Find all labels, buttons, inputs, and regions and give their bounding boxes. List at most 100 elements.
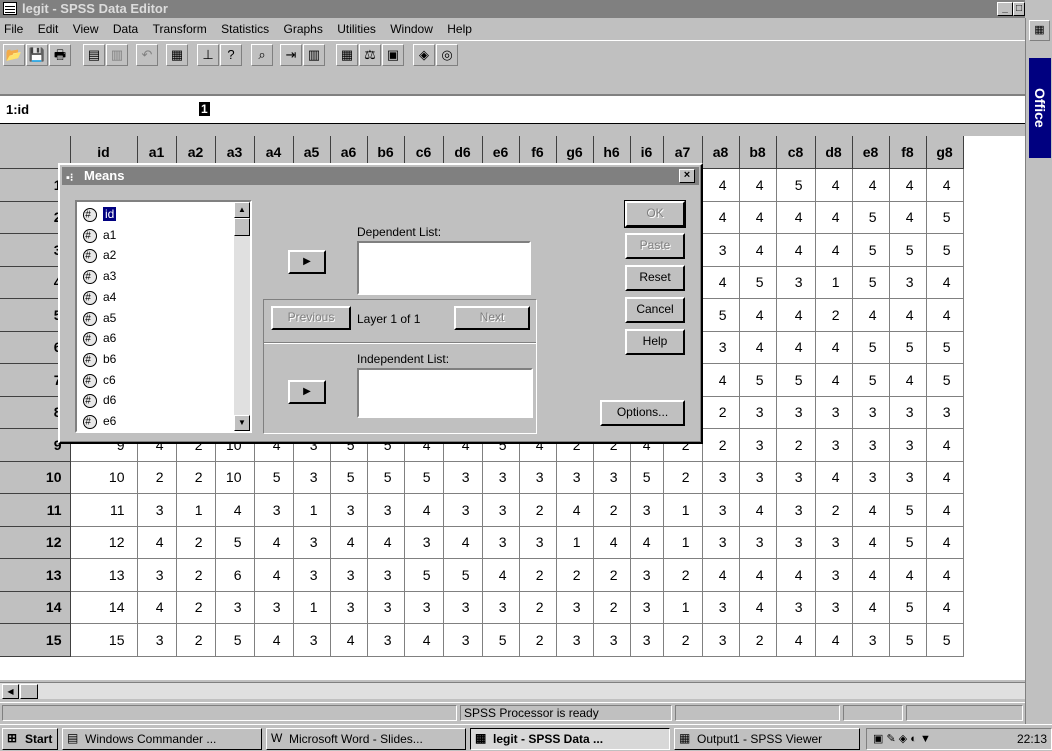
grid-cell[interactable]: 4 <box>702 201 740 234</box>
grid-cell[interactable]: 3 <box>630 623 664 657</box>
grid-cell[interactable]: 3 <box>404 591 444 624</box>
task-spss-data-editor[interactable]: ▦ legit - SPSS Data ... <box>470 728 670 750</box>
print-icon[interactable]: 🖶 <box>49 44 71 66</box>
grid-cell[interactable]: 2 <box>593 493 631 527</box>
grid-cell[interactable]: 4 <box>702 363 740 397</box>
variable-list-item[interactable]: e6 <box>80 412 116 431</box>
grid-cell[interactable]: 2 <box>176 591 216 624</box>
grid-cell[interactable]: 4 <box>254 558 294 592</box>
grid-cell[interactable]: 2 <box>137 461 177 494</box>
grid-cell[interactable]: 4 <box>926 558 964 592</box>
variable-list-item[interactable]: a6 <box>80 329 116 350</box>
grid-cell[interactable]: 5 <box>852 266 890 299</box>
move-to-independent-button[interactable]: ▶ <box>288 380 326 404</box>
help-button[interactable]: Help <box>625 329 685 355</box>
column-header[interactable]: e8 <box>852 136 890 169</box>
dependent-list[interactable] <box>357 241 531 295</box>
grid-cell[interactable]: 5 <box>852 331 890 364</box>
grid-cell[interactable]: 3 <box>443 623 483 657</box>
grid-cell[interactable]: 4 <box>330 526 368 559</box>
tray-icons[interactable]: ▣ ✎ ◈ ◐ ▼ <box>873 732 931 745</box>
grid-cell[interactable]: 3 <box>776 591 816 624</box>
office-menu-icon[interactable]: ▦ <box>1029 20 1050 41</box>
grid-cell[interactable]: 2 <box>702 396 740 429</box>
grid-cell[interactable]: 4 <box>776 331 816 364</box>
grid-cell[interactable]: 3 <box>293 558 331 592</box>
grid-cell[interactable]: 4 <box>926 461 964 494</box>
grid-cell[interactable]: 4 <box>739 168 777 202</box>
task-microsoft-word[interactable]: W Microsoft Word - Slides... <box>266 728 466 750</box>
scroll-up-icon[interactable]: ▲ <box>234 202 250 218</box>
grid-cell[interactable]: 4 <box>776 623 816 657</box>
variable-list-item[interactable]: a4 <box>80 287 116 308</box>
grid-cell[interactable]: 3 <box>367 623 405 657</box>
grid-cell[interactable]: 3 <box>593 623 631 657</box>
grid-cell[interactable]: 4 <box>739 591 777 624</box>
row-header[interactable]: 15 <box>0 623 71 657</box>
independent-list[interactable] <box>357 368 533 418</box>
grid-cell[interactable]: 4 <box>593 526 631 559</box>
row-header[interactable]: 13 <box>0 558 71 592</box>
variable-list-item[interactable]: c6 <box>80 370 116 391</box>
grid-cell[interactable]: 3 <box>404 526 444 559</box>
grid-cell[interactable]: 3 <box>293 623 331 657</box>
grid-cell[interactable]: 3 <box>815 396 853 429</box>
grid-cell[interactable]: 3 <box>926 396 964 429</box>
grid-cell[interactable]: 5 <box>926 363 964 397</box>
grid-cell[interactable]: 4 <box>852 558 890 592</box>
grid-cell[interactable]: 3 <box>556 623 594 657</box>
grid-cell[interactable]: 3 <box>630 493 664 527</box>
open-file-icon[interactable]: 📂 <box>3 44 25 66</box>
grid-cell[interactable]: 5 <box>889 526 927 559</box>
variable-list-item[interactable]: a1 <box>80 225 116 246</box>
grid-cell[interactable]: 2 <box>176 526 216 559</box>
grid-cell[interactable]: 3 <box>852 396 890 429</box>
grid-cell[interactable]: 4 <box>739 298 777 332</box>
clock[interactable]: 22:13 <box>1017 732 1047 746</box>
grid-cell[interactable]: 10 <box>215 461 255 494</box>
grid-cell[interactable]: 3 <box>815 526 853 559</box>
start-button[interactable]: ⊞ Start <box>2 728 58 750</box>
grid-cell[interactable]: 14 <box>70 591 138 624</box>
grid-cell[interactable]: 2 <box>739 623 777 657</box>
grid-cell[interactable]: 1 <box>176 493 216 527</box>
grid-cell[interactable]: 4 <box>889 201 927 234</box>
variable-list-scrollbar[interactable]: ▲ ▼ <box>234 202 250 431</box>
grid-cell[interactable]: 3 <box>519 461 557 494</box>
split-file-icon[interactable]: ▦ <box>336 44 358 66</box>
menu-edit[interactable]: Edit <box>38 18 59 40</box>
variable-list-item[interactable]: d6 <box>80 391 116 412</box>
dialog-title-bar[interactable]: ▪⁝ Means × <box>62 167 699 185</box>
next-layer-button[interactable]: Next <box>454 306 530 330</box>
grid-cell[interactable]: 4 <box>852 591 890 624</box>
chart-icon[interactable]: ▥ <box>106 44 128 66</box>
grid-cell[interactable]: 3 <box>293 461 331 494</box>
scroll-thumb[interactable] <box>20 684 38 699</box>
horizontal-scrollbar[interactable]: ◀ <box>0 682 1025 699</box>
grid-cell[interactable]: 3 <box>889 266 927 299</box>
grid-cell[interactable]: 3 <box>702 526 740 559</box>
grid-cell[interactable]: 5 <box>889 591 927 624</box>
grid-cell[interactable]: 3 <box>889 461 927 494</box>
spss-app-icon[interactable] <box>3 2 17 15</box>
grid-cell[interactable]: 2 <box>519 493 557 527</box>
insert-case-icon[interactable]: ⇥ <box>280 44 302 66</box>
task-windows-commander[interactable]: ▤ Windows Commander ... <box>62 728 262 750</box>
grid-cell[interactable]: 2 <box>176 558 216 592</box>
grid-cell[interactable]: 4 <box>739 201 777 234</box>
grid-cell[interactable]: 3 <box>443 493 483 527</box>
row-header[interactable]: 11 <box>0 493 71 527</box>
grid-cell[interactable]: 5 <box>776 168 816 202</box>
grid-cell[interactable]: 5 <box>889 493 927 527</box>
grid-cell[interactable]: 4 <box>482 558 520 592</box>
source-variable-list[interactable]: id a1 a2 a3 a4 a5 a6 b6 c6 d6 e6 ▲ ▼ <box>75 200 252 433</box>
grid-cell[interactable]: 4 <box>215 493 255 527</box>
grid-cell[interactable]: 3 <box>630 591 664 624</box>
grid-cell[interactable]: 6 <box>215 558 255 592</box>
grid-cell[interactable]: 1 <box>815 266 853 299</box>
grid-cell[interactable]: 11 <box>70 493 138 527</box>
grid-cell[interactable]: 5 <box>926 233 964 267</box>
grid-cell[interactable]: 4 <box>852 526 890 559</box>
grid-cell[interactable]: 15 <box>70 623 138 657</box>
grid-cell[interactable]: 5 <box>404 558 444 592</box>
